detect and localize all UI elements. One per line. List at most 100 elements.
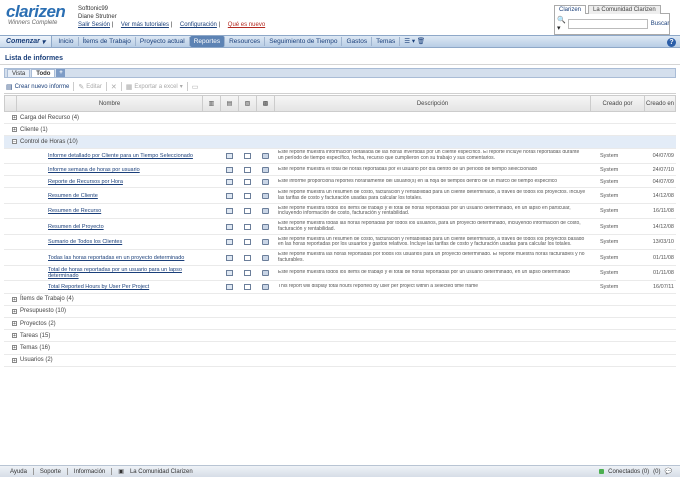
group-row-open[interactable]: − Control de Horas (10) [4,136,676,149]
report-name-link[interactable]: Informe semana de horas por usuario [48,167,140,173]
messages-count[interactable]: (0) [653,469,660,475]
group-row[interactable]: + Tareas (15) [4,330,676,343]
report-share-icon[interactable] [261,270,269,277]
group-row[interactable]: + Cliente (1) [4,124,676,137]
col-name[interactable]: Nombre [17,96,203,111]
report-share-icon[interactable] [261,178,269,185]
nav-work-items[interactable]: Ítems de Trabajo [79,37,136,46]
report-view-icon[interactable] [225,270,233,277]
report-view-icon[interactable] [225,166,233,173]
help-icon[interactable]: ? [667,38,676,47]
nav-expenses[interactable]: Gastos [342,37,373,46]
info-link[interactable]: Información [74,469,105,475]
report-share-icon[interactable] [261,239,269,246]
report-row[interactable]: Todas las horas reportadas en un proyect… [4,250,676,266]
report-row[interactable]: Resumen de Recurso Este reporte muestra t… [4,204,676,220]
report-row[interactable]: Reporte de Recursos por Hora Este informe… [4,176,676,189]
report-row[interactable]: Total de horas reportadas por un usuario… [4,266,676,282]
nav-topics[interactable]: Temas [372,37,401,46]
col-icon-3[interactable]: ▧ [239,96,257,111]
report-share-icon[interactable] [261,152,269,159]
search-input[interactable] [567,19,648,29]
report-doc-icon[interactable] [243,152,251,159]
report-view-icon[interactable] [225,178,233,185]
col-description[interactable]: Descripción [275,96,591,111]
search-tab-community[interactable]: La Comunidad Clarizen [588,5,661,14]
report-view-icon[interactable] [225,239,233,246]
report-doc-icon[interactable] [243,208,251,215]
settings-link[interactable]: Configuración [180,22,217,28]
group-row[interactable]: + Presupuesto (10) [4,306,676,318]
report-name-link[interactable]: Resumen de Cliente [48,193,98,199]
report-row[interactable]: Informe semana de horas por usuario Este … [4,164,676,177]
logout-link[interactable]: Salir Sesión [78,22,110,28]
report-name-link[interactable]: Total de horas reportadas por un usuario… [48,267,182,279]
report-name-link[interactable]: Resumen del Proyecto [48,224,104,230]
report-name-link[interactable]: Sumario de Todos los Clientes [48,239,122,245]
group-row[interactable]: + Carga del Recurso (4) [4,112,676,125]
report-row[interactable]: Total Reported Hours by User Per Project… [4,281,676,294]
group-row[interactable]: + Proyectos (2) [4,318,676,331]
clarizen-logo[interactable]: clarizen Winners Complete [6,3,66,26]
col-icon-1[interactable]: ▥ [203,96,221,111]
report-doc-icon[interactable] [243,192,251,199]
report-doc-icon[interactable] [243,223,251,230]
report-share-icon[interactable] [261,254,269,261]
report-share-icon[interactable] [261,192,269,199]
report-share-icon[interactable] [261,223,269,230]
report-view-icon[interactable] [225,192,233,199]
support-link[interactable]: Soporte [40,469,61,475]
report-name-link[interactable]: Reporte de Recursos por Hora [48,179,123,185]
export-excel-button[interactable]: ▦ Exportar a excel ▾ [126,83,183,91]
report-row[interactable]: Sumario de Todos los Clientes Este report… [4,235,676,251]
report-doc-icon[interactable] [243,284,251,291]
report-view-icon[interactable] [225,284,233,291]
delete-button[interactable]: ✕ [111,83,117,91]
search-button[interactable]: Buscar [651,21,670,27]
col-created-on[interactable]: Creado en [645,96,675,111]
report-name-link[interactable]: Informe detallado por Cliente para un Ti… [48,153,193,159]
chat-icon[interactable]: 💬 [665,468,672,475]
nav-resources[interactable]: Resources [225,37,266,46]
report-view-icon[interactable] [225,152,233,159]
report-share-icon[interactable] [261,208,269,215]
report-doc-icon[interactable] [243,239,251,246]
report-doc-icon[interactable] [243,178,251,185]
report-name-link[interactable]: Resumen de Recurso [48,208,101,214]
start-menu-button[interactable]: Comenzar ▾ [0,36,53,47]
report-share-icon[interactable] [261,166,269,173]
nav-time-tracking[interactable]: Seguimiento de Tiempo [265,37,343,46]
col-created-by[interactable]: Creado por [591,96,645,111]
whats-new-link[interactable]: Qué es nuevo [228,22,265,28]
report-view-icon[interactable] [225,223,233,230]
create-report-button[interactable]: ▤ Crear nuevo informe [6,83,69,91]
group-row[interactable]: + Ítems de Trabajo (4) [4,294,676,306]
report-view-icon[interactable] [225,254,233,261]
add-tab-icon[interactable]: + [56,69,66,77]
edit-button[interactable]: ✎ Editar [78,83,102,91]
col-icon-4[interactable]: ▩ [257,96,275,111]
report-doc-icon[interactable] [243,166,251,173]
report-row[interactable]: Informe detallado por Cliente para un Ti… [4,149,676,165]
nav-inicio[interactable]: Inicio [54,37,79,46]
tab-vista[interactable]: Vista [7,69,31,77]
report-doc-icon[interactable] [243,254,251,261]
folder-button[interactable]: ▭ [192,83,199,91]
report-view-icon[interactable] [225,208,233,215]
report-name-link[interactable]: Total Reported Hours by User Per Project [48,284,149,290]
nav-current-project[interactable]: Proyecto actual [136,37,190,46]
nav-reports[interactable]: Reportes [189,36,226,47]
group-row[interactable]: + Temas (16) [4,342,676,355]
report-row[interactable]: Resumen de Cliente Este reporte muestra u… [4,188,676,204]
community-link[interactable]: La Comunidad Clarizen [130,469,193,475]
report-name-link[interactable]: Todas las horas reportadas en un proyect… [48,255,184,261]
group-row[interactable]: + Usuarios (2) [4,355,676,367]
tutorials-link[interactable]: Ver más tutoriales [121,22,169,28]
nav-more-icon[interactable]: ☰ ▾ 🗑 [400,37,429,46]
help-link[interactable]: Ayuda [10,469,27,475]
report-share-icon[interactable] [261,284,269,291]
tab-todo[interactable]: Todo [31,69,56,77]
report-row[interactable]: Resumen del Proyecto Este reporte muestra… [4,219,676,235]
search-scope-icon[interactable]: 🔍▾ [557,16,566,32]
col-icon-2[interactable]: ▤ [221,96,239,111]
